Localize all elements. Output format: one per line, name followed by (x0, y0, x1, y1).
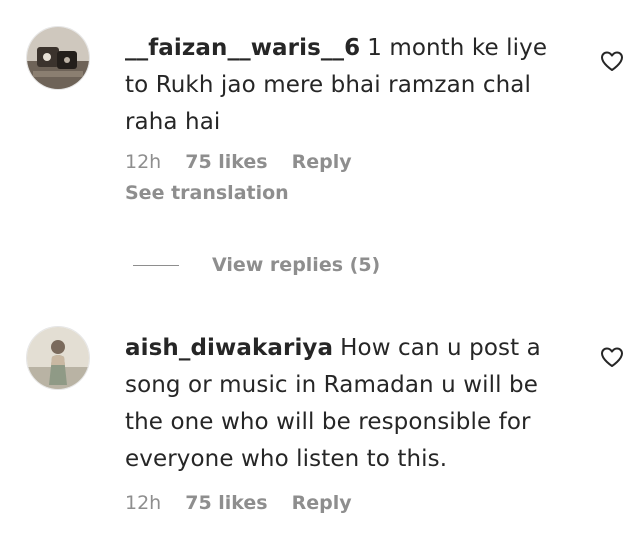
user-photo-icon (27, 327, 89, 389)
view-replies-label: View replies (5) (212, 254, 381, 276)
comment-text: __faizan__waris__6 1 month ke liye to Ruk… (125, 30, 570, 141)
heart-outline-icon[interactable] (600, 50, 624, 72)
comment-item: aish_diwakariya How can u post a song or … (0, 310, 640, 550)
see-translation-link[interactable]: See translation (125, 178, 570, 208)
comment-meta: 12h 75 likes Reply (125, 488, 570, 518)
heart-outline-icon[interactable] (600, 346, 624, 368)
user-photo-icon (27, 27, 89, 89)
likes-count[interactable]: 75 likes (185, 147, 267, 177)
view-replies-button[interactable]: View replies (5) (133, 254, 380, 276)
reply-button[interactable]: Reply (292, 147, 352, 177)
replies-divider (133, 264, 179, 266)
comment-meta: 12h 75 likes Reply (125, 147, 570, 177)
comment-username[interactable]: __faizan__waris__6 (125, 35, 360, 61)
avatar[interactable] (26, 326, 90, 390)
comment-text: aish_diwakariya How can u post a song or … (125, 330, 570, 478)
comment-username[interactable]: aish_diwakariya (125, 335, 333, 361)
avatar[interactable] (26, 26, 90, 90)
comment-time[interactable]: 12h (125, 147, 161, 177)
comment-time[interactable]: 12h (125, 488, 161, 518)
reply-button[interactable]: Reply (292, 488, 352, 518)
likes-count[interactable]: 75 likes (185, 488, 267, 518)
comment-item: __faizan__waris__6 1 month ke liye to Ruk… (0, 0, 640, 230)
